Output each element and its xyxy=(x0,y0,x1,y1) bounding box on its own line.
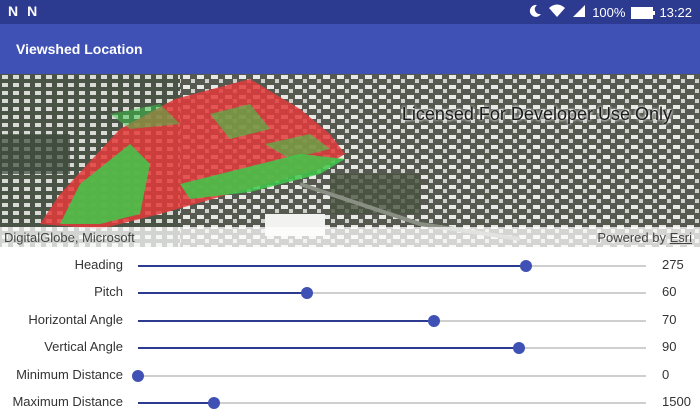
slider-value: 70 xyxy=(662,312,677,327)
minimum-distance-slider[interactable] xyxy=(132,370,646,382)
slider-thumb[interactable] xyxy=(513,342,525,354)
notification-icon: N xyxy=(8,3,18,19)
powered-by-label: Powered by xyxy=(597,230,666,245)
battery-icon xyxy=(631,6,656,19)
slider-row-minimum-distance: Minimum Distance 0 xyxy=(0,362,700,389)
slider-row-pitch: Pitch 60 xyxy=(0,279,700,306)
slider-thumb[interactable] xyxy=(132,370,144,382)
powered-by: Powered by Esri xyxy=(597,230,692,245)
scene-view[interactable]: Licensed For Developer Use Only DigitalG… xyxy=(0,74,700,247)
slider-thumb[interactable] xyxy=(520,260,533,272)
viewshed-controls: Heading 275 Pitch 60 Horizontal Angle 70… xyxy=(0,250,700,420)
maximum-distance-slider[interactable] xyxy=(138,397,646,409)
slider-label: Minimum Distance xyxy=(16,367,123,382)
slider-fill xyxy=(138,402,215,404)
notification-icon: N xyxy=(27,3,37,19)
slider-value: 1500 xyxy=(662,394,691,409)
clock: 13:22 xyxy=(659,5,692,20)
heading-slider[interactable] xyxy=(138,260,646,272)
signal-icon xyxy=(572,4,586,21)
slider-label: Maximum Distance xyxy=(12,394,123,409)
app-title: Viewshed Location xyxy=(16,41,143,57)
license-watermark: Licensed For Developer Use Only xyxy=(401,104,672,124)
esri-link[interactable]: Esri xyxy=(670,230,692,245)
slider-value: 0 xyxy=(662,367,670,382)
wifi-icon xyxy=(548,4,566,21)
slider-fill xyxy=(138,265,527,267)
slider-thumb[interactable] xyxy=(208,397,221,409)
slider-row-horizontal-angle: Horizontal Angle 70 xyxy=(0,307,700,334)
slider-fill xyxy=(138,320,435,322)
slider-value: 275 xyxy=(662,257,684,272)
slider-row-vertical-angle: Vertical Angle 90 xyxy=(0,334,700,361)
slider-label: Horizontal Angle xyxy=(28,312,123,327)
pitch-slider[interactable] xyxy=(138,287,646,299)
vertical-angle-slider[interactable] xyxy=(138,342,646,354)
slider-value: 90 xyxy=(662,339,677,354)
city-scene xyxy=(0,74,700,247)
slider-label: Heading xyxy=(74,257,123,272)
slider-row-maximum-distance: Maximum Distance 1500 xyxy=(0,389,700,416)
status-bar: N N 100% 13:22 xyxy=(0,0,700,24)
slider-label: Pitch xyxy=(94,284,123,299)
slider-thumb[interactable] xyxy=(301,287,314,299)
battery-percent: 100% xyxy=(592,5,626,20)
app-bar: Viewshed Location xyxy=(0,24,700,74)
attribution-text: DigitalGlobe, Microsoft xyxy=(4,230,135,245)
horizontal-angle-slider[interactable] xyxy=(138,315,646,327)
moon-icon xyxy=(528,4,542,21)
slider-row-heading: Heading 275 xyxy=(0,252,700,279)
attribution-bar: DigitalGlobe, Microsoft Powered by Esri xyxy=(0,227,700,247)
slider-label: Vertical Angle xyxy=(44,339,123,354)
slider-fill xyxy=(138,347,519,349)
slider-thumb[interactable] xyxy=(428,315,441,327)
slider-value: 60 xyxy=(662,284,677,299)
slider-fill xyxy=(138,292,308,294)
